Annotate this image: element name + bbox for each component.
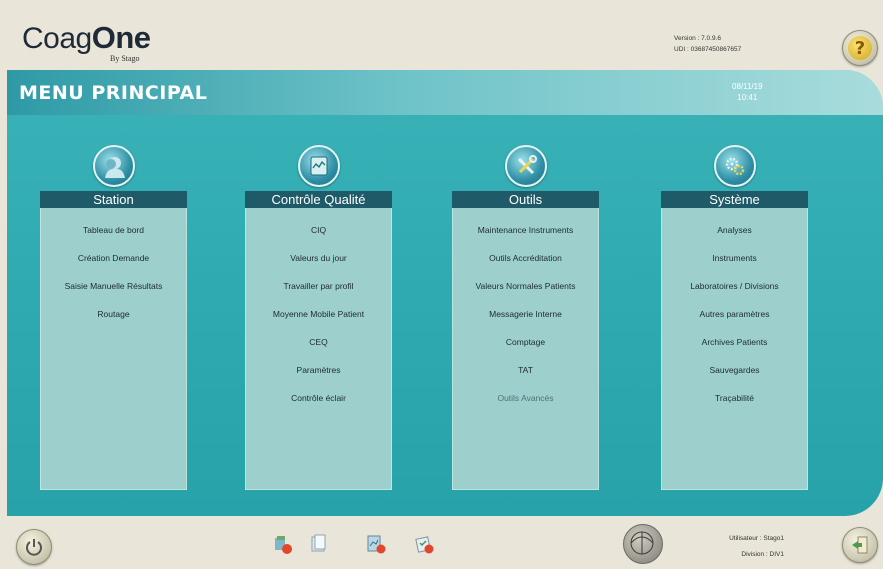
menu-item-laboratoires-divisions[interactable]: Laboratoires / Divisions [662,278,807,306]
checklist-alert-icon[interactable] [413,533,435,555]
udi-text: UDI : 03687450867657 [674,46,742,53]
menu-item-routage[interactable]: Routage [41,306,186,334]
exit-button[interactable] [842,527,878,563]
column-body-systeme: Analyses Instruments Laboratoires / Divi… [661,208,808,490]
menu-item-travailler-par-profil[interactable]: Travailler par profil [246,278,391,306]
gears-icon[interactable] [713,145,756,187]
menu-item-ciq[interactable]: CIQ [246,222,391,250]
column-systeme: Système Analyses Instruments Laboratoire… [661,145,808,490]
sample-tube-alert-icon[interactable] [272,533,294,555]
column-header-outils[interactable]: Outils [452,191,599,208]
logo-subtitle: By Stago [110,54,140,63]
version-text: Version : 7.0.9.6 [674,35,721,42]
menu-item-maintenance-instruments[interactable]: Maintenance Instruments [453,222,598,250]
tools-icon[interactable] [504,145,547,187]
column-body-controle-qualite: CIQ Valeurs du jour Travailler par profi… [245,208,392,490]
logo-text: CoagOne [22,20,151,55]
menu-item-moyenne-mobile-patient[interactable]: Moyenne Mobile Patient [246,306,391,334]
menu-item-controle-eclair[interactable]: Contrôle éclair [246,390,391,418]
menu-item-outils-accreditation[interactable]: Outils Accréditation [453,250,598,278]
question-mark-icon: ? [848,36,872,60]
coagone-logo: CoagOne By Stago [22,20,151,63]
user-text: Utilisateur : Stago1 [729,535,784,542]
network-globe-button[interactable] [623,524,663,564]
logout-icon [852,536,868,554]
help-button[interactable]: ? [842,30,878,66]
menu-item-tracabilite[interactable]: Traçabilité [662,390,807,418]
menu-item-tableau-de-bord[interactable]: Tableau de bord [41,222,186,250]
menu-item-analyses[interactable]: Analyses [662,222,807,250]
menu-item-autres-parametres[interactable]: Autres paramètres [662,306,807,334]
column-header-controle-qualite[interactable]: Contrôle Qualité [245,191,392,208]
power-button[interactable] [16,529,52,565]
user-info: Utilisateur : Stago1 Division : DIV1 [704,531,784,563]
menu-item-creation-demande[interactable]: Création Demande [41,250,186,278]
quality-chart-icon[interactable] [297,145,340,187]
column-body-outils: Maintenance Instruments Outils Accrédita… [452,208,599,490]
title-bar: MENU PRINCIPAL 08/11/19 10:41 [7,70,883,115]
user-profile-icon[interactable] [92,145,135,187]
menu-item-valeurs-normales-patients[interactable]: Valeurs Normales Patients [453,278,598,306]
time-text: 10:41 [737,93,758,102]
menu-item-comptage[interactable]: Comptage [453,334,598,362]
menu-item-saisie-manuelle[interactable]: Saisie Manuelle Résultats [41,278,186,306]
column-header-station[interactable]: Station [40,191,187,208]
document-icon[interactable] [308,533,330,555]
menu-item-instruments[interactable]: Instruments [662,250,807,278]
menu-item-archives-patients[interactable]: Archives Patients [662,334,807,362]
column-body-station: Tableau de bord Création Demande Saisie … [40,208,187,490]
power-icon [26,539,42,556]
report-alert-icon[interactable] [365,533,387,555]
page-title: MENU PRINCIPAL [19,82,208,104]
datetime: 08/11/19 10:41 [732,81,763,103]
main-panel: MENU PRINCIPAL 08/11/19 10:41 Station Ta… [7,70,883,516]
column-station: Station Tableau de bord Création Demande… [40,145,187,490]
globe-icon [630,531,654,555]
division-text: Division : DIV1 [741,551,784,558]
date-text: 08/11/19 [732,82,763,91]
version-info: Version : 7.0.9.6 UDI : 03687450867657 [674,33,741,55]
column-controle-qualite: Contrôle Qualité CIQ Valeurs du jour Tra… [245,145,392,490]
menu-item-parametres[interactable]: Paramètres [246,362,391,390]
column-outils: Outils Maintenance Instruments Outils Ac… [452,145,599,490]
menu-item-valeurs-du-jour[interactable]: Valeurs du jour [246,250,391,278]
menu-item-outils-avances[interactable]: Outils Avancés [453,390,598,418]
menu-item-tat[interactable]: TAT [453,362,598,390]
menu-item-messagerie-interne[interactable]: Messagerie Interne [453,306,598,334]
menu-item-sauvegardes[interactable]: Sauvegardes [662,362,807,390]
menu-item-ceq[interactable]: CEQ [246,334,391,362]
column-header-systeme[interactable]: Système [661,191,808,208]
